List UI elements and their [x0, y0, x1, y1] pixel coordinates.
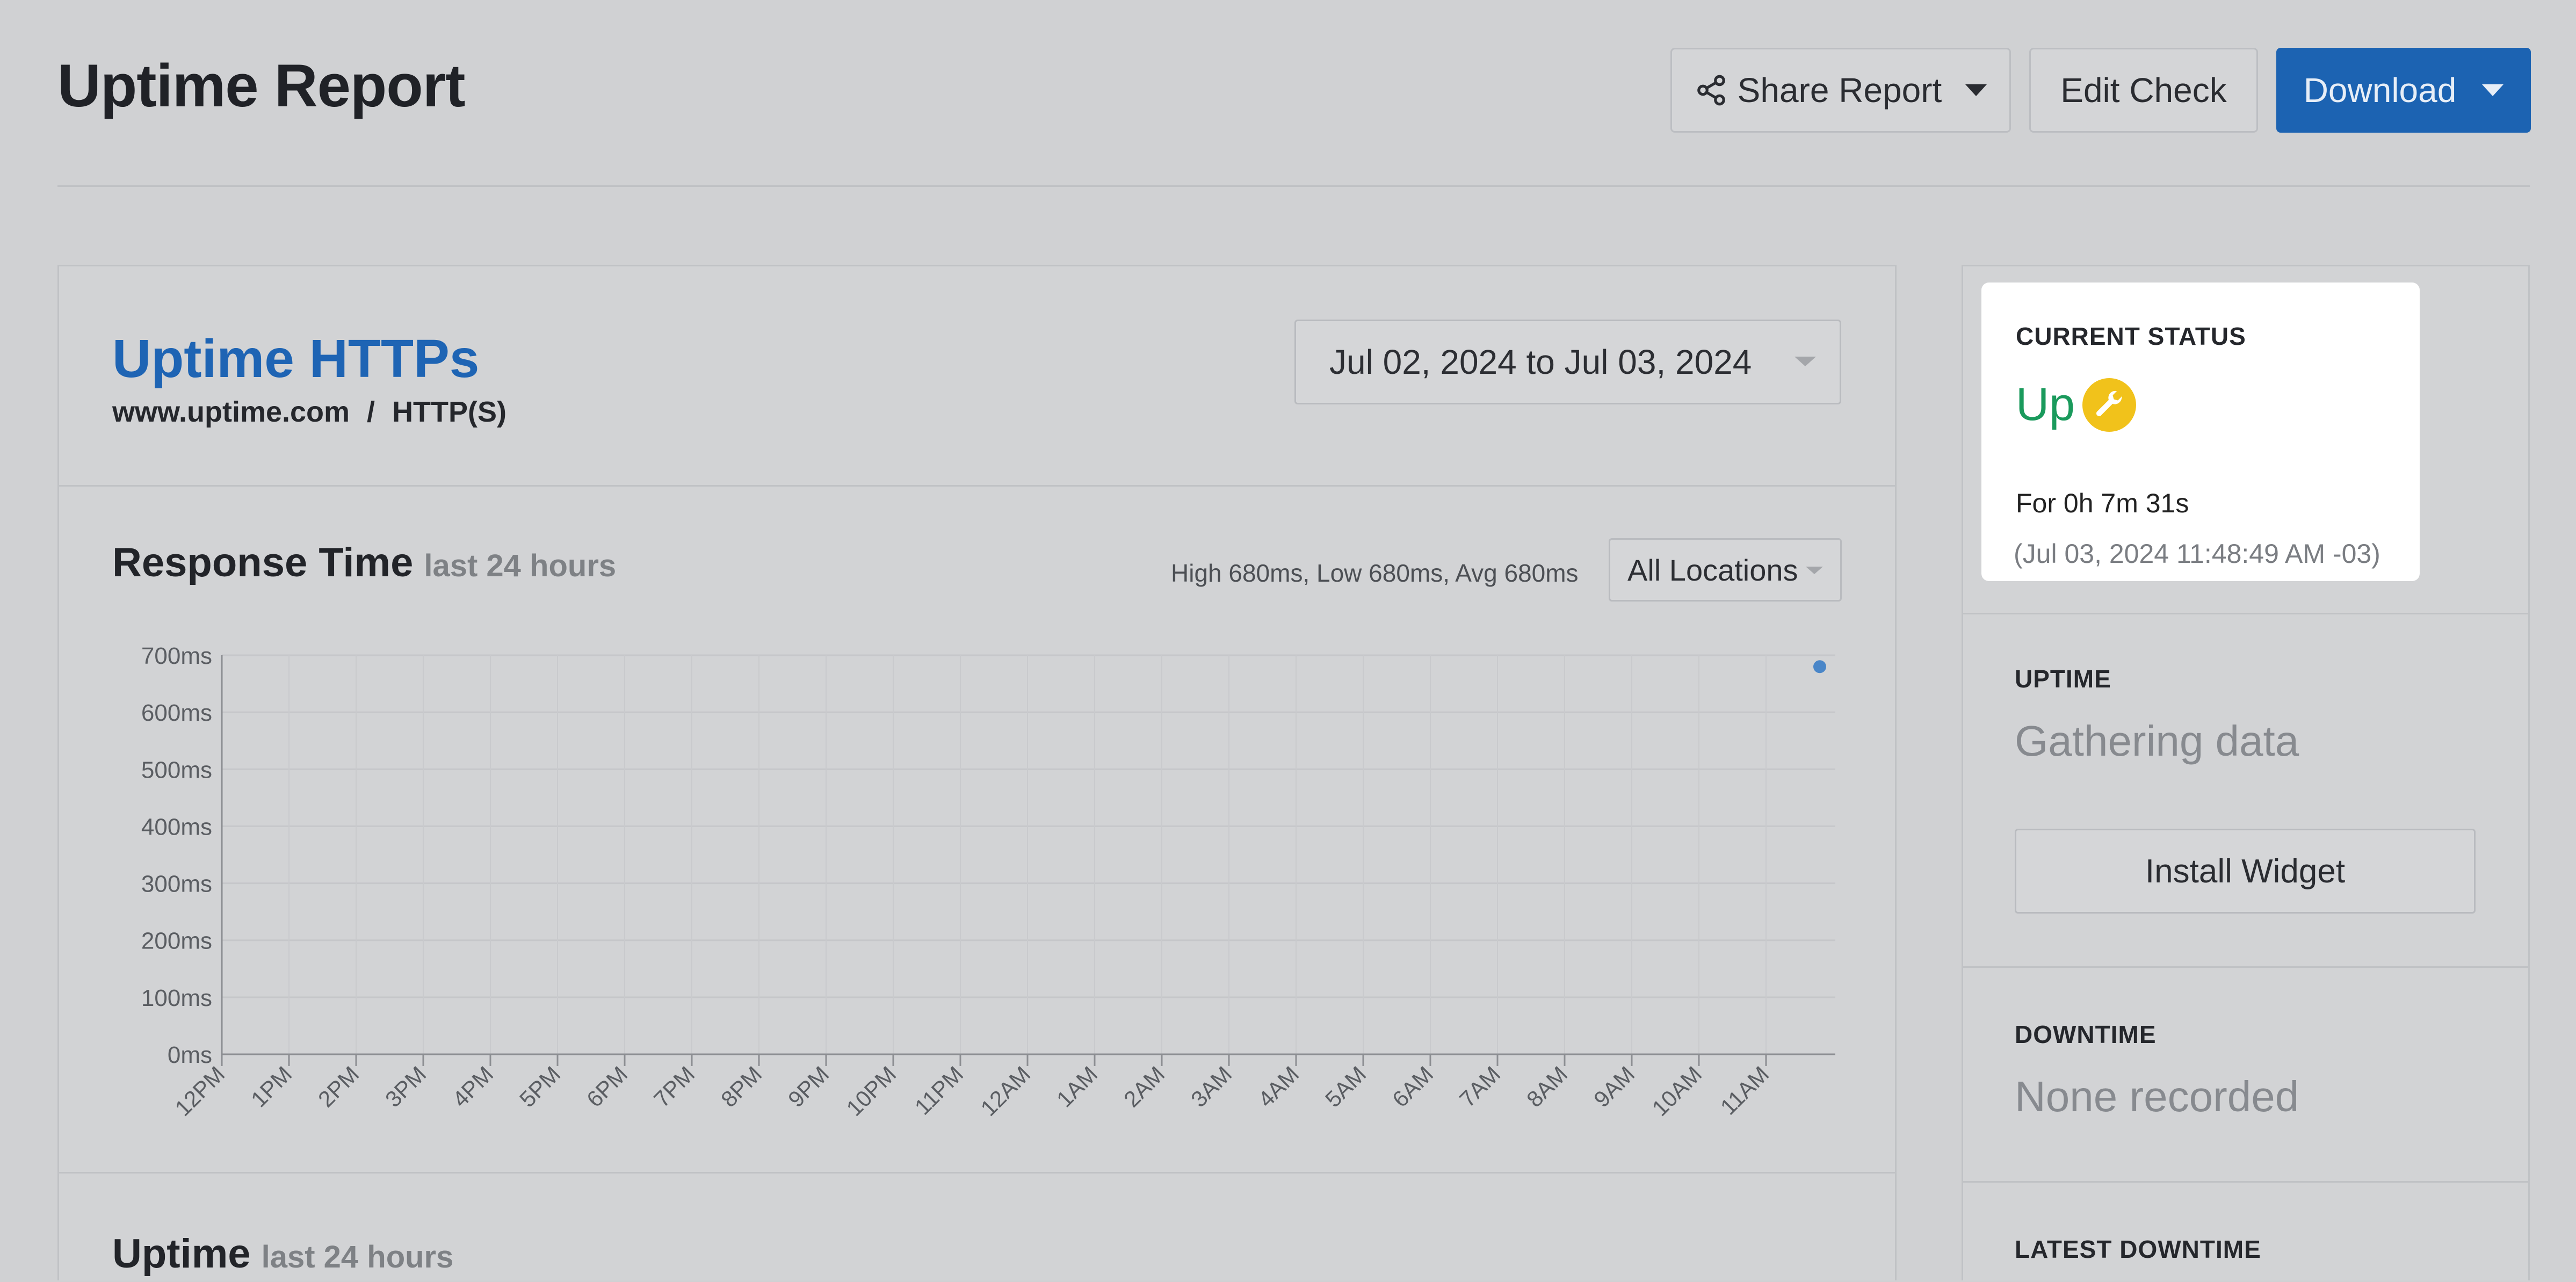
x-tick-label: 12AM: [976, 1061, 1036, 1121]
response-time-section: Response Time last 24 hours High 680ms, L…: [59, 487, 1895, 1174]
status-sidebar: CURRENT STATUS Up For 0h 7m 31s (Jul 03,…: [1962, 265, 2530, 1280]
status-duration: For 0h 7m 31s: [2016, 488, 2189, 518]
uptime-stat-section: UPTIME Gathering data Install Widget: [1963, 614, 2528, 968]
response-time-chart: 700ms600ms500ms400ms300ms200ms100ms0ms12…: [141, 643, 1835, 1121]
date-range-value: Jul 02, 2024 to Jul 03, 2024: [1329, 343, 1752, 381]
status-value: Up: [2016, 379, 2075, 430]
y-tick-label: 400ms: [141, 814, 212, 840]
y-tick-label: 200ms: [141, 928, 212, 954]
install-widget-button[interactable]: Install Widget: [2015, 829, 2476, 914]
current-status-label: CURRENT STATUS: [2016, 322, 2246, 350]
header-divider: [57, 185, 2530, 187]
x-tick-label: 5AM: [1320, 1061, 1371, 1112]
status-since: (Jul 03, 2024 11:48:49 AM -03): [2014, 539, 2380, 569]
chevron-down-icon: [2482, 84, 2504, 96]
latest-downtime-label: LATEST DOWNTIME: [2015, 1235, 2261, 1263]
share-report-label: Share Report: [1737, 71, 1942, 110]
x-tick-label: 10PM: [842, 1061, 901, 1121]
page-header: Uptime Report Share Report Edit Check Do…: [0, 0, 2576, 188]
uptime-subtitle: last 24 hours: [261, 1240, 454, 1274]
uptime-value: Gathering data: [2015, 717, 2299, 765]
x-tick-label: 3AM: [1186, 1061, 1236, 1112]
chevron-down-icon: [1794, 357, 1816, 366]
x-tick-label: 7PM: [649, 1061, 699, 1112]
check-header: Uptime HTTPs www.uptime.com / HTTP(S) Jul …: [59, 266, 1895, 487]
x-tick-label: 5PM: [515, 1061, 565, 1112]
breadcrumb-separator: /: [367, 396, 375, 428]
y-tick-label: 700ms: [141, 643, 212, 669]
y-tick-label: 300ms: [141, 871, 212, 897]
downtime-value: None recorded: [2015, 1073, 2299, 1120]
x-tick-label: 6PM: [582, 1061, 632, 1112]
x-tick-label: 1AM: [1052, 1061, 1102, 1112]
wrench-icon: [2082, 378, 2136, 432]
uptime-heading: Uptime last 24 hours: [112, 1230, 453, 1277]
data-point: [1813, 660, 1826, 673]
x-tick-label: 7AM: [1455, 1061, 1505, 1112]
edit-check-label: Edit Check: [2060, 71, 2227, 110]
download-label: Download: [2303, 71, 2457, 110]
x-tick-label: 9AM: [1589, 1061, 1639, 1112]
x-tick-label: 8AM: [1522, 1061, 1572, 1112]
x-tick-label: 4AM: [1253, 1061, 1304, 1112]
y-tick-label: 600ms: [141, 700, 212, 726]
x-tick-label: 1PM: [246, 1061, 296, 1112]
x-tick-label: 10AM: [1647, 1061, 1707, 1121]
latest-downtime-section: LATEST DOWNTIME: [1963, 1183, 2528, 1282]
check-breadcrumb: www.uptime.com / HTTP(S): [112, 395, 506, 429]
share-report-button[interactable]: Share Report: [1670, 48, 2011, 133]
report-card: Uptime HTTPs www.uptime.com / HTTP(S) Jul …: [57, 265, 1897, 1280]
install-widget-label: Install Widget: [2145, 852, 2346, 890]
edit-check-button[interactable]: Edit Check: [2029, 48, 2258, 133]
x-tick-label: 8PM: [716, 1061, 766, 1112]
x-tick-label: 11PM: [910, 1061, 968, 1120]
chevron-down-icon: [1965, 84, 1987, 96]
check-type: HTTP(S): [392, 396, 507, 428]
check-url: www.uptime.com: [112, 396, 350, 428]
uptime-title: Uptime: [112, 1231, 251, 1277]
uptime-label: UPTIME: [2015, 665, 2111, 693]
check-name[interactable]: Uptime HTTPs: [112, 328, 479, 390]
x-tick-label: 11AM: [1716, 1061, 1774, 1120]
y-tick-label: 0ms: [168, 1042, 212, 1068]
x-tick-label: 2AM: [1119, 1061, 1169, 1112]
x-tick-label: 3PM: [380, 1061, 431, 1112]
x-tick-label: 12PM: [170, 1061, 230, 1121]
download-button[interactable]: Download: [2276, 48, 2531, 133]
downtime-label: DOWNTIME: [2015, 1020, 2157, 1048]
date-range-select[interactable]: Jul 02, 2024 to Jul 03, 2024: [1294, 320, 1841, 404]
page-title: Uptime Report: [57, 52, 466, 119]
downtime-section: DOWNTIME None recorded: [1963, 968, 2528, 1183]
x-tick-label: 4PM: [447, 1061, 498, 1112]
x-tick-label: 6AM: [1387, 1061, 1438, 1112]
share-icon: [1697, 75, 1725, 106]
y-tick-label: 100ms: [141, 985, 212, 1011]
x-tick-label: 2PM: [313, 1061, 364, 1112]
x-tick-label: 9PM: [783, 1061, 834, 1112]
wrench-icon-glyph: [2096, 390, 2123, 416]
current-status-card: CURRENT STATUS Up For 0h 7m 31s (Jul 03,…: [1981, 283, 2420, 581]
y-tick-label: 500ms: [141, 757, 212, 783]
current-status-section: CURRENT STATUS Up For 0h 7m 31s (Jul 03,…: [1963, 266, 2528, 614]
